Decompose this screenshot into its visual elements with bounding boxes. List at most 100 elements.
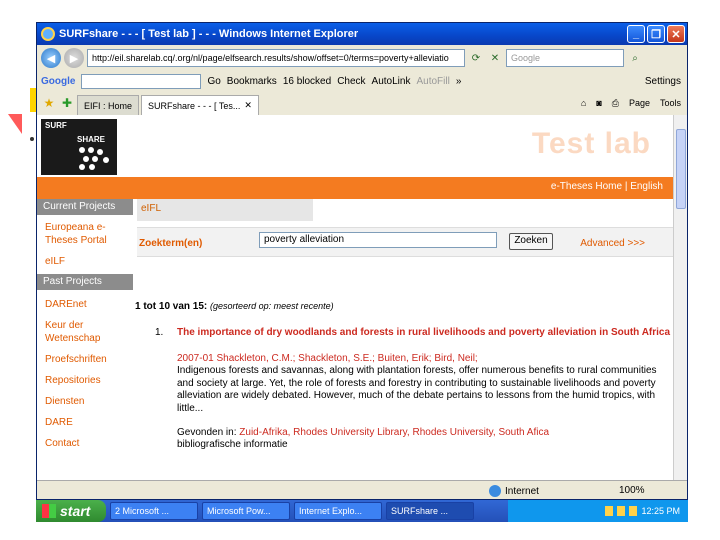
taskbar: start 2 Microsoft ... Microsoft Pow... I… [36,500,688,522]
go-button[interactable]: Go [207,76,220,87]
autofill-button[interactable]: AutoFill [416,76,449,87]
home-icon[interactable]: ⌂ [581,98,586,108]
minimize-button[interactable]: _ [627,25,645,43]
past-projects-heading: Past Projects [37,274,133,290]
sidebar-item-darenet[interactable]: DAREnet [37,290,133,315]
search-terms-input[interactable]: poverty alleviation [259,232,497,248]
scrollbar-thumb[interactable] [676,129,686,209]
sidebar-item-keur[interactable]: Keur der Wetenschap [37,315,133,349]
surfshare-logo[interactable]: SURF SHARE [41,119,117,175]
ie-icon [41,27,55,41]
site-banner: SURF SHARE Test lab [37,115,673,177]
sidebar-item-proefschriften[interactable]: Proefschriften [37,349,133,370]
more-chevron-icon[interactable]: » [456,76,462,87]
result-found-in: Gevonden in: Zuid-Afrika, Rhodes Univers… [177,427,673,440]
command-bar: ⌂ ◙ ⎙ Page Tools [581,98,687,109]
page-menu[interactable]: Page [629,98,650,108]
sidebar-item-dare[interactable]: DARE [37,412,133,433]
slide-red-decoration [8,114,22,134]
tab-label: SURFshare - - - [ Tes... [148,100,241,111]
start-button[interactable]: start [36,500,106,522]
taskbar-item-powerpoint[interactable]: Microsoft Pow... [202,502,290,520]
search-input[interactable]: Google [506,49,624,67]
tab-surfshare[interactable]: SURFshare - - - [ Tes... ✕ [141,95,259,115]
add-favorite-icon[interactable]: ✚ [59,95,75,111]
slide: SURFshare - - - [ Test lab ] - - - Windo… [0,0,720,540]
address-bar: ◀ ▶ http://eil.sharelab.cq/.org/nl/page/… [37,45,687,71]
sidebar: Current Projects Europeana e-Theses Port… [37,199,133,480]
taskbar-item-ie[interactable]: Internet Explo... [294,502,382,520]
advanced-search-link[interactable]: Advanced >>> [580,238,645,249]
vertical-scrollbar[interactable] [673,115,687,480]
found-in-location[interactable]: Zuid-Afrika, Rhodes University Library, … [239,427,549,438]
result-abstract: Indigenous forests and savannas, along w… [177,365,657,414]
result-authors[interactable]: 2007-01 Shackleton, C.M.; Shackleton, S.… [177,353,673,366]
window-controls: _ ❐ ✕ [627,25,685,43]
top-nav-links[interactable]: e-Theses Home | English [551,181,663,192]
sidebar-item-europeana[interactable]: Europeana e-Theses Portal [37,215,133,251]
security-zone: Internet [489,485,539,497]
maximize-button[interactable]: ❐ [647,25,665,43]
url-field[interactable]: http://eil.sharelab.cq/.org/nl/page/elfs… [87,49,465,67]
popups-blocked-button[interactable]: 16 blocked [283,76,331,87]
sidebar-item-repositories[interactable]: Repositories [37,370,133,391]
results-sort: (gesorteerd op: meest recente) [210,301,334,311]
start-label: start [60,503,91,519]
sidebar-item-diensten[interactable]: Diensten [37,391,133,412]
title-bar[interactable]: SURFshare - - - [ Test lab ] - - - Windo… [37,23,687,45]
search-button[interactable]: Zoeken [509,233,553,250]
tools-menu[interactable]: Tools [660,98,681,108]
bookmarks-button[interactable]: Bookmarks [227,76,277,87]
sidebar-item-contact[interactable]: Contact [37,433,133,454]
tab-bar: ★ ✚ EIFI : Home SURFshare - - - [ Tes...… [37,91,687,115]
clock: 12:25 PM [641,506,680,516]
tray-icon[interactable] [617,506,626,516]
results-range: 1 tot 10 van 15: [135,301,208,312]
settings-button[interactable]: Settings [645,76,687,87]
zone-label: Internet [505,485,539,497]
logo-share-text: SHARE [77,135,106,144]
windows-flag-icon [42,504,56,518]
favorites-star-icon[interactable]: ★ [41,95,57,111]
system-tray: 12:25 PM [508,500,688,522]
check-button[interactable]: Check [337,76,365,87]
browser-window: SURFshare - - - [ Test lab ] - - - Windo… [36,22,688,500]
tab-eifl-home[interactable]: EIFI : Home [77,95,140,115]
taskbar-item-word[interactable]: 2 Microsoft ... [110,502,198,520]
sidebar-item-eilf[interactable]: eILF [37,251,133,272]
bibliographic-info-link[interactable]: bibliografische informatie [177,439,288,452]
tab-close-icon[interactable]: ✕ [244,100,252,111]
google-toolbar: Google Go Bookmarks 16 blocked Check Aut… [37,71,687,91]
result-number: 1. [155,327,164,338]
autolink-button[interactable]: AutoLink [372,76,411,87]
google-logo[interactable]: Google [41,76,75,87]
results-count: 1 tot 10 van 15: (gesorteerd op: meest r… [135,301,334,312]
taskbar-item-surfshare[interactable]: SURFshare ... [386,502,474,520]
refresh-icon[interactable]: ⟳ [468,50,484,66]
testlab-heading: Test lab [531,127,651,160]
page-content: SURF SHARE Test lab e-Theses Home | Engl… [37,115,687,480]
search-label: Zoekterm(en) [139,238,203,249]
found-in-label: Gevonden in: [177,427,237,438]
tray-icon[interactable] [629,506,638,516]
logo-dots-icon [79,147,115,171]
forward-button[interactable]: ▶ [64,48,84,68]
google-search-field[interactable] [81,73,202,89]
logo-surf-text: SURF [45,121,67,130]
tab-eifl[interactable]: eIFL [137,199,313,221]
globe-icon [489,485,501,497]
result-title-link[interactable]: The importance of dry woodlands and fore… [177,327,673,340]
current-projects-heading: Current Projects [37,199,133,215]
search-icon[interactable]: ⌕ [627,50,643,66]
tray-icon[interactable] [605,506,614,516]
zoom-level[interactable]: 100% [619,485,645,496]
back-button[interactable]: ◀ [41,48,61,68]
feeds-icon[interactable]: ◙ [596,98,601,108]
search-form: Zoekterm(en) poverty alleviation Zoeken … [137,227,673,257]
close-button[interactable]: ✕ [667,25,685,43]
window-title: SURFshare - - - [ Test lab ] - - - Windo… [59,28,359,40]
slide-bullet [30,137,34,141]
top-nav-bar: e-Theses Home | English [37,177,673,199]
stop-icon[interactable]: ✕ [487,50,503,66]
print-icon[interactable]: ⎙ [612,98,619,109]
